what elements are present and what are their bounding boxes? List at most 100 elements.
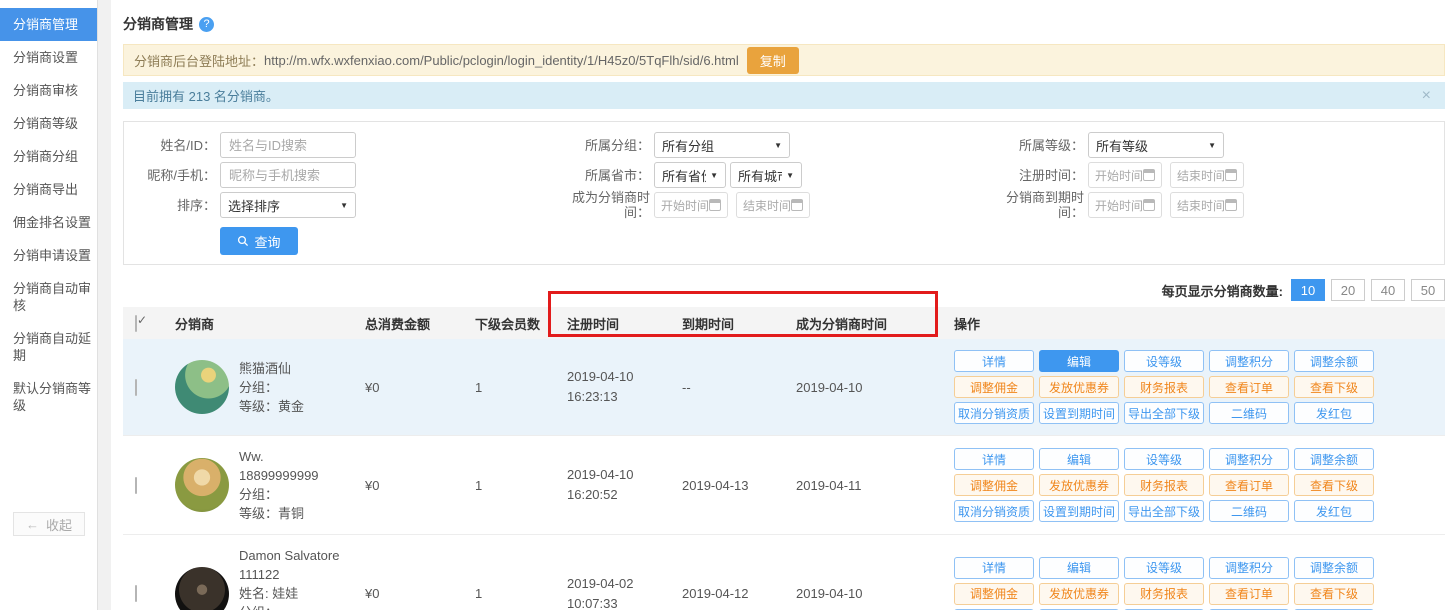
become-time-value: 2019-04-10	[784, 339, 942, 436]
sidebar-item-8[interactable]: 分销商自动审核	[0, 272, 97, 322]
avatar	[175, 567, 229, 610]
action-button[interactable]: 调整积分	[1209, 557, 1289, 579]
become-time-label: 成为分销商时间：	[560, 190, 650, 220]
sort-field-group: 排序： 选择排序 ▼	[124, 192, 560, 218]
action-button[interactable]: 取消分销资质	[954, 500, 1034, 522]
action-button[interactable]: 调整积分	[1209, 448, 1289, 470]
page-size-option-10[interactable]: 10	[1291, 279, 1325, 301]
col-header-actions: 操作	[942, 307, 1445, 339]
action-button[interactable]: 设等级	[1124, 448, 1204, 470]
row-checkbox[interactable]	[135, 477, 137, 494]
row-checkbox[interactable]	[135, 379, 137, 396]
action-button[interactable]: 设置到期时间	[1039, 500, 1119, 522]
expire-end-placeholder: 结束时间	[1177, 197, 1225, 214]
caret-down-icon: ▼	[786, 171, 794, 180]
reg-clock: 10:07:33	[567, 594, 670, 610]
login-url-bar: 分销商后台登陆地址： http://m.wfx.wxfenxiao.com/Pu…	[123, 44, 1445, 76]
action-button[interactable]: 查看下级	[1294, 376, 1374, 398]
page-title: 分销商管理	[123, 14, 193, 34]
action-button[interactable]: 详情	[954, 448, 1034, 470]
row-checkbox[interactable]	[135, 585, 137, 602]
action-button[interactable]: 调整余额	[1294, 448, 1374, 470]
table-header-row: 分销商 总消费金额 下级会员数 注册时间 到期时间 成为分销商时间 操作	[123, 307, 1445, 339]
help-icon[interactable]: ?	[199, 17, 214, 32]
sidebar-item-10[interactable]: 默认分销商等级	[0, 372, 97, 422]
sort-select[interactable]: 选择排序 ▼	[220, 192, 356, 218]
action-button[interactable]: 调整佣金	[954, 376, 1034, 398]
action-button[interactable]: 查看下级	[1294, 583, 1374, 605]
action-button[interactable]: 查看下级	[1294, 474, 1374, 496]
distributor-info-line: Ww.	[239, 447, 319, 466]
action-button[interactable]: 财务报表	[1124, 583, 1204, 605]
become-end-date-input[interactable]: 结束时间	[736, 192, 810, 218]
action-button[interactable]: 财务报表	[1124, 474, 1204, 496]
action-button[interactable]: 导出全部下级	[1124, 500, 1204, 522]
action-button[interactable]: 发红包	[1294, 500, 1374, 522]
become-start-date-input[interactable]: 开始时间	[654, 192, 728, 218]
action-button[interactable]: 二维码	[1209, 500, 1289, 522]
nick-phone-field-group: 昵称/手机：	[124, 162, 560, 188]
reg-start-placeholder: 开始时间	[1095, 167, 1143, 184]
close-icon[interactable]: ×	[1422, 88, 1431, 104]
action-button[interactable]: 设置到期时间	[1039, 402, 1119, 424]
action-button[interactable]: 编辑	[1039, 448, 1119, 470]
action-button[interactable]: 编辑	[1039, 557, 1119, 579]
sidebar-item-2[interactable]: 分销商审核	[0, 74, 97, 107]
action-button[interactable]: 导出全部下级	[1124, 402, 1204, 424]
reg-end-date-input[interactable]: 结束时间	[1170, 162, 1244, 188]
sidebar-item-4[interactable]: 分销商分组	[0, 140, 97, 173]
action-button[interactable]: 二维码	[1209, 402, 1289, 424]
reg-start-date-input[interactable]: 开始时间	[1088, 162, 1162, 188]
sidebar-item-0[interactable]: 分销商管理	[0, 8, 97, 41]
action-button[interactable]: 财务报表	[1124, 376, 1204, 398]
reg-time-value: 2019-04-10 16:20:52	[555, 436, 670, 535]
action-button[interactable]: 调整余额	[1294, 557, 1374, 579]
become-time-field-group: 成为分销商时间： 开始时间 结束时间	[560, 190, 1000, 220]
sidebar-collapse-button[interactable]: ← 收起	[13, 512, 85, 536]
action-button[interactable]: 编辑	[1039, 350, 1119, 372]
login-url-text: http://m.wfx.wxfenxiao.com/Public/pclogi…	[264, 53, 739, 68]
action-button[interactable]: 发放优惠券	[1039, 376, 1119, 398]
sidebar-item-5[interactable]: 分销商导出	[0, 173, 97, 206]
action-button[interactable]: 调整佣金	[954, 474, 1034, 496]
action-button[interactable]: 查看订单	[1209, 583, 1289, 605]
page-size-option-40[interactable]: 40	[1371, 279, 1405, 301]
select-all-checkbox[interactable]	[135, 315, 137, 332]
province-select-value: 所有省份	[662, 166, 706, 185]
action-button[interactable]: 调整积分	[1209, 350, 1289, 372]
action-button[interactable]: 设等级	[1124, 557, 1204, 579]
query-button[interactable]: 查询	[220, 227, 298, 255]
action-button[interactable]: 取消分销资质	[954, 402, 1034, 424]
action-button[interactable]: 设等级	[1124, 350, 1204, 372]
level-label: 所属等级：	[1000, 138, 1084, 153]
distributor-info-line: 熊猫酒仙	[239, 359, 304, 378]
action-button[interactable]: 发红包	[1294, 402, 1374, 424]
level-select[interactable]: 所有等级 ▼	[1088, 132, 1224, 158]
sidebar-item-9[interactable]: 分销商自动延期	[0, 322, 97, 372]
action-button[interactable]: 调整佣金	[954, 583, 1034, 605]
nick-phone-input[interactable]	[220, 162, 356, 188]
action-button[interactable]: 查看订单	[1209, 376, 1289, 398]
sidebar-item-3[interactable]: 分销商等级	[0, 107, 97, 140]
city-select[interactable]: 所有城市 ▼	[730, 162, 802, 188]
action-button[interactable]: 发放优惠券	[1039, 583, 1119, 605]
group-select[interactable]: 所有分组 ▼	[654, 132, 790, 158]
expire-start-date-input[interactable]: 开始时间	[1088, 192, 1162, 218]
action-button[interactable]: 查看订单	[1209, 474, 1289, 496]
province-select[interactable]: 所有省份 ▼	[654, 162, 726, 188]
expire-end-date-input[interactable]: 结束时间	[1170, 192, 1244, 218]
sidebar-item-7[interactable]: 分销申请设置	[0, 239, 97, 272]
reg-time-label: 注册时间：	[1000, 168, 1084, 183]
sidebar: 分销商管理分销商设置分销商审核分销商等级分销商分组分销商导出佣金排名设置分销申请…	[0, 0, 98, 610]
action-button[interactable]: 调整余额	[1294, 350, 1374, 372]
name-id-input[interactable]	[220, 132, 356, 158]
action-button[interactable]: 发放优惠券	[1039, 474, 1119, 496]
page-size-option-20[interactable]: 20	[1331, 279, 1365, 301]
action-button[interactable]: 详情	[954, 557, 1034, 579]
caret-down-icon: ▼	[710, 171, 718, 180]
action-button[interactable]: 详情	[954, 350, 1034, 372]
sidebar-item-6[interactable]: 佣金排名设置	[0, 206, 97, 239]
sidebar-item-1[interactable]: 分销商设置	[0, 41, 97, 74]
copy-button[interactable]: 复制	[747, 47, 799, 74]
page-size-option-50[interactable]: 50	[1411, 279, 1445, 301]
